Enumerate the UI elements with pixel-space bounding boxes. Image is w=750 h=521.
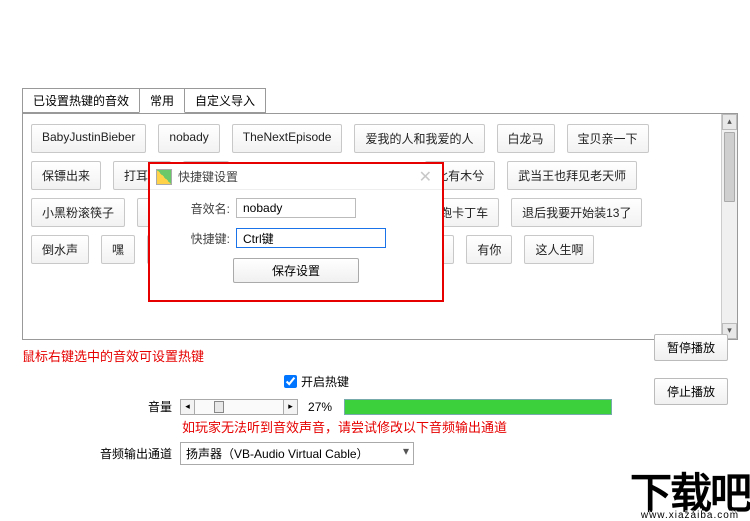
scroll-up[interactable]: ▴: [722, 114, 737, 130]
sound-effect-button[interactable]: 宝贝亲一下: [567, 124, 649, 153]
close-icon[interactable]: ✕: [415, 167, 436, 187]
stop-button[interactable]: 停止播放: [654, 378, 728, 405]
volume-decrease[interactable]: ◂: [181, 400, 195, 414]
pause-button[interactable]: 暂停播放: [654, 334, 728, 361]
sound-effect-button[interactable]: TheNextEpisode: [232, 124, 343, 153]
output-select[interactable]: 扬声器（VB-Audio Virtual Cable）: [180, 442, 414, 465]
sound-effect-button[interactable]: 武当王也拜见老天师: [507, 161, 637, 190]
hotkey-label: 快捷键:: [164, 230, 230, 247]
tab-bar: 已设置热键的音效 常用 自定义导入: [22, 88, 738, 114]
hint-rightclick: 鼠标右键选中的音效可设置热键: [22, 346, 738, 365]
sound-effect-button[interactable]: 退后我要开始装13了: [511, 198, 642, 227]
soundname-label: 音效名:: [164, 200, 230, 217]
hotkey-input[interactable]: [236, 228, 386, 248]
hotkey-dialog: 快捷键设置 ✕ 音效名: 快捷键: 保存设置: [148, 162, 444, 302]
sound-effect-button[interactable]: 保镖出来: [31, 161, 101, 190]
sound-effect-button[interactable]: 这人生啊: [524, 235, 594, 264]
sound-effect-button[interactable]: 爱我的人和我爱的人: [354, 124, 484, 153]
sound-effect-button[interactable]: 小黑粉滚筷子: [31, 198, 125, 227]
watermark: 下载吧 www.xiazaiba.com: [630, 475, 750, 520]
sound-effect-button[interactable]: BabyJustinBieber: [31, 124, 146, 153]
sound-effect-button[interactable]: 嘿: [101, 235, 135, 264]
enable-hotkey-checkbox[interactable]: [284, 375, 297, 388]
volume-label: 音量: [148, 398, 172, 415]
tab-common[interactable]: 常用: [139, 88, 185, 113]
volume-value: 27%: [308, 400, 332, 414]
tab-custom-import[interactable]: 自定义导入: [184, 88, 266, 113]
enable-hotkey-label: 开启热键: [301, 373, 349, 390]
app-icon: [156, 169, 172, 185]
sound-effect-button[interactable]: 有你: [466, 235, 512, 264]
sound-effect-button[interactable]: nobady: [158, 124, 219, 153]
scrollbar[interactable]: ▴ ▾: [721, 114, 737, 339]
output-label: 音频输出通道: [100, 445, 172, 462]
scroll-thumb[interactable]: [724, 132, 735, 202]
dialog-title: 快捷键设置: [178, 168, 238, 185]
save-button[interactable]: 保存设置: [233, 258, 359, 283]
volume-increase[interactable]: ▸: [283, 400, 297, 414]
soundname-input[interactable]: [236, 198, 356, 218]
hint-audio-output: 如玩家无法听到音效声音，请尝试修改以下音频输出通道: [182, 417, 738, 436]
tab-hotkey-sounds[interactable]: 已设置热键的音效: [22, 88, 140, 113]
progress-bar: [344, 399, 612, 415]
volume-slider[interactable]: ◂ ▸: [180, 399, 298, 415]
sound-effect-button[interactable]: 白龙马: [497, 124, 555, 153]
sound-effect-button[interactable]: 倒水声: [31, 235, 89, 264]
